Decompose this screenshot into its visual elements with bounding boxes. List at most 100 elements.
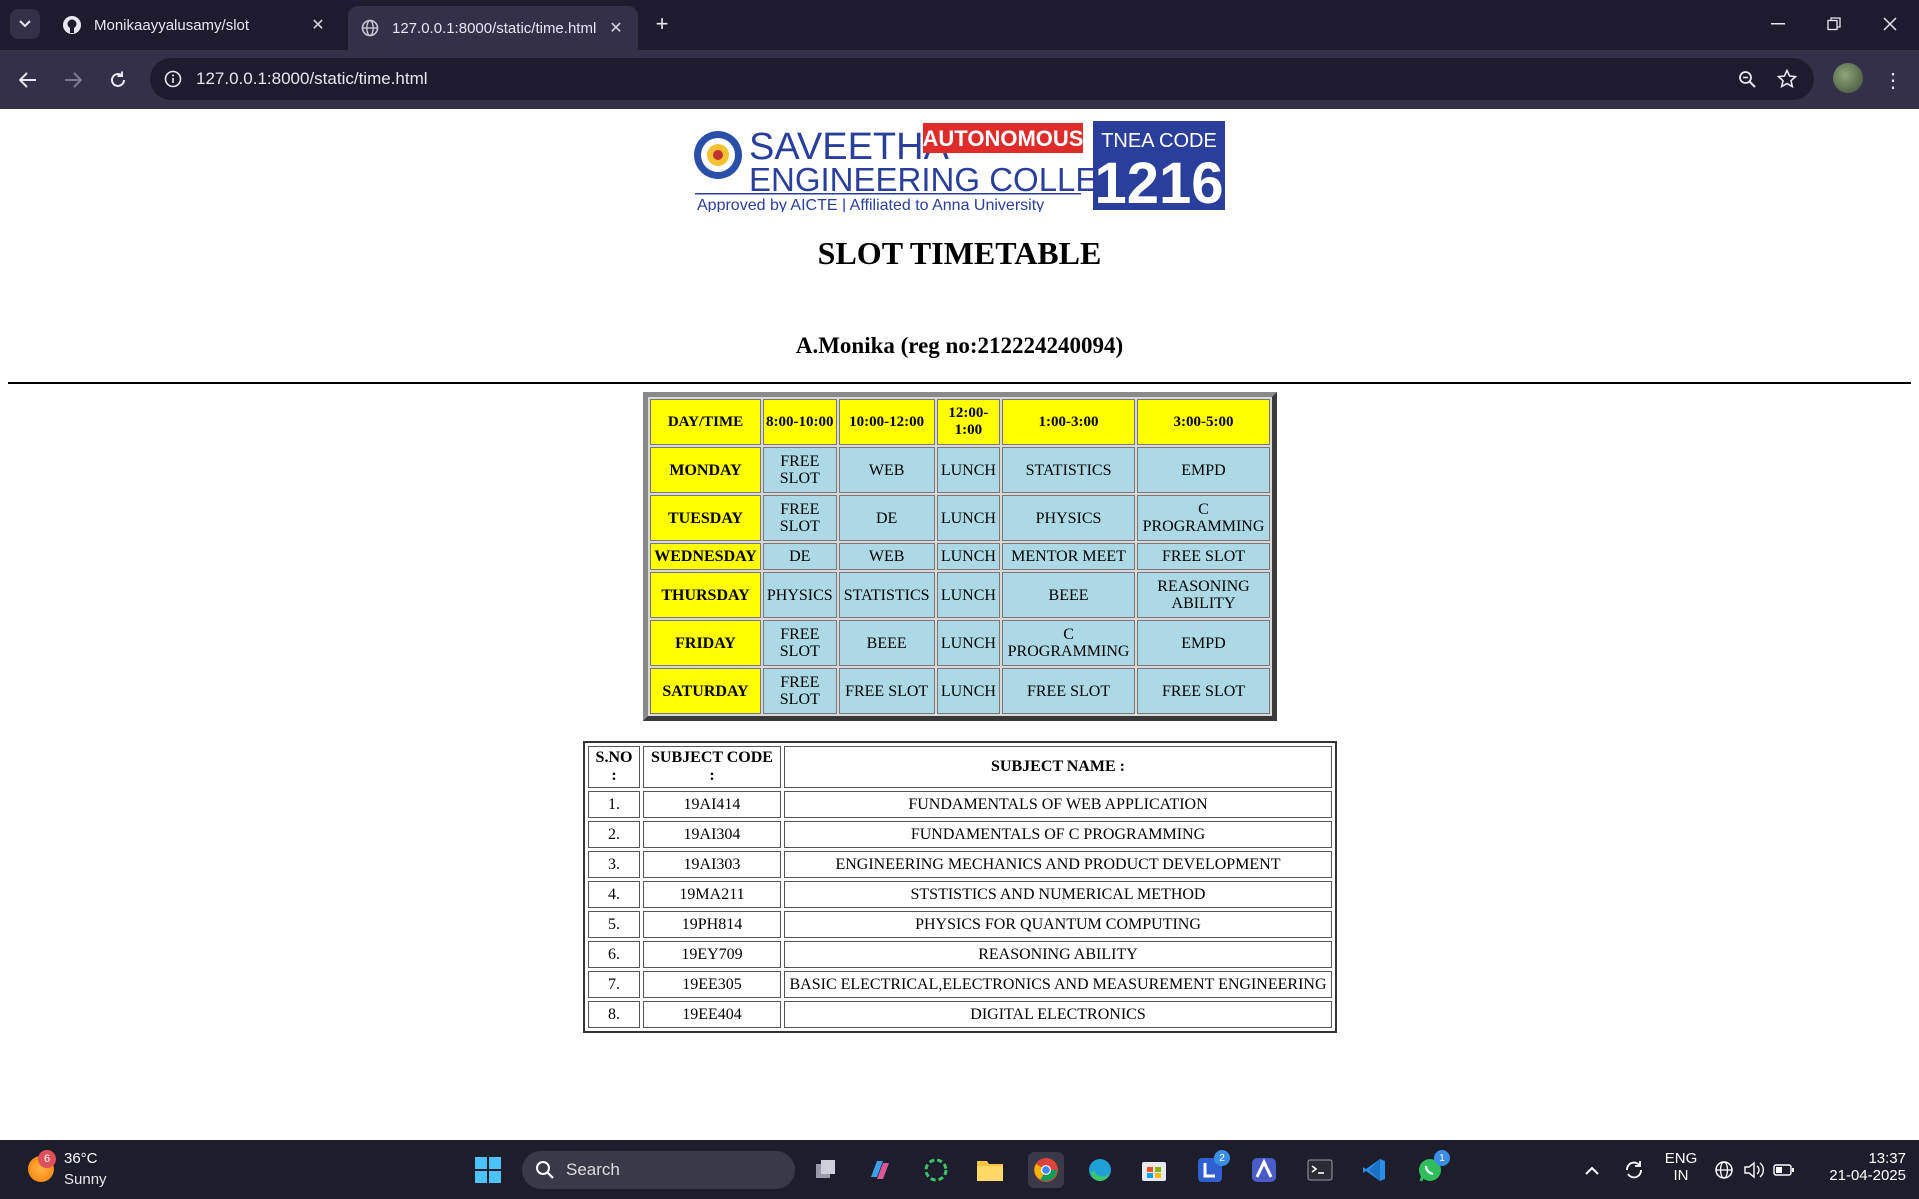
slot-cell: FREE SLOT: [762, 495, 837, 541]
subject-row: 7. 19EE305 BASIC ELECTRICAL,ELECTRONICS …: [588, 971, 1332, 998]
svg-text:ENGINEERING COLLEGE: ENGINEERING COLLEGE: [749, 161, 1145, 198]
edge-icon[interactable]: [1082, 1152, 1118, 1188]
svg-text:Approved by AICTE | Affiliated: Approved by AICTE | Affiliated to Anna U…: [697, 197, 1044, 212]
restore-icon[interactable]: [1814, 10, 1854, 38]
forward-arrow-icon[interactable]: [58, 65, 88, 95]
code-cell: 19EY709: [643, 941, 781, 968]
reload-icon[interactable]: [103, 65, 133, 95]
taskbar-search[interactable]: Search: [522, 1151, 795, 1189]
code-cell: 19EE305: [643, 971, 781, 998]
tab-bar: Monikaayyalusamy/slot ✕ 127.0.0.1:8000/s…: [0, 0, 1919, 50]
tab-search-menu-button[interactable]: [10, 9, 40, 39]
volume-icon[interactable]: [1740, 1152, 1768, 1188]
slot-cell: FREE SLOT: [838, 668, 935, 714]
tab-time-html[interactable]: 127.0.0.1:8000/static/time.html ✕: [348, 6, 638, 50]
slot-cell: FREE SLOT: [762, 668, 837, 714]
store-icon[interactable]: [1136, 1152, 1172, 1188]
language-indicator[interactable]: ENG IN: [1660, 1150, 1702, 1184]
file-explorer-icon[interactable]: [972, 1152, 1008, 1188]
site-info-icon[interactable]: [162, 68, 184, 90]
slot-cell: REASONING ABILITY: [1137, 572, 1270, 618]
chrome-icon[interactable]: [1028, 1152, 1064, 1188]
terminal-icon[interactable]: [1302, 1152, 1338, 1188]
bookmark-star-icon[interactable]: [1774, 66, 1800, 92]
day-cell: WEDNESDAY: [650, 543, 761, 570]
name-cell: REASONING ABILITY: [784, 941, 1332, 968]
weather-desc[interactable]: Sunny: [64, 1171, 107, 1188]
header-cell: SUBJECT CODE :: [643, 746, 781, 788]
name-cell: PHYSICS FOR QUANTUM COMPUTING: [784, 911, 1332, 938]
clock-time: 13:37: [1868, 1150, 1906, 1167]
subjects-header-row: S.NO : SUBJECT CODE : SUBJECT NAME :: [588, 746, 1332, 788]
code-cell: 19PH814: [643, 911, 781, 938]
header-cell: 8:00-10:00: [762, 399, 837, 445]
more-menu-icon[interactable]: ⋮: [1880, 65, 1906, 95]
code-cell: 19AI303: [643, 851, 781, 878]
serial-cell: 4.: [588, 881, 640, 908]
subject-row: 4. 19MA211 STSTISTICS AND NUMERICAL METH…: [588, 881, 1332, 908]
search-placeholder: Search: [566, 1160, 620, 1179]
slot-cell: FREE SLOT: [1137, 668, 1270, 714]
name-cell: FUNDAMENTALS OF WEB APPLICATION: [784, 791, 1332, 818]
network-globe-icon[interactable]: [1710, 1152, 1738, 1188]
arc-app-icon[interactable]: [1246, 1152, 1282, 1188]
clock[interactable]: 13:37 21-04-2025: [1806, 1150, 1906, 1184]
header-cell: SUBJECT NAME :: [784, 746, 1332, 788]
subject-row: 6. 19EY709 REASONING ABILITY: [588, 941, 1332, 968]
code-cell: 19MA211: [643, 881, 781, 908]
close-window-icon[interactable]: [1870, 10, 1910, 38]
name-cell: BASIC ELECTRICAL,ELECTRONICS AND MEASURE…: [784, 971, 1332, 998]
slot-cell: LUNCH: [936, 572, 1001, 618]
close-tab-icon[interactable]: ✕: [306, 13, 330, 37]
zoom-icon[interactable]: [1734, 66, 1760, 92]
profile-avatar[interactable]: [1833, 63, 1863, 93]
language-line2: IN: [1673, 1167, 1689, 1184]
header-cell: 1:00-3:00: [1002, 399, 1136, 445]
timetable: DAY/TIME 8:00-10:00 10:00-12:00 12:00-1:…: [643, 392, 1277, 721]
slot-cell: LUNCH: [936, 668, 1001, 714]
code-cell: 19AI414: [643, 791, 781, 818]
vscode-icon[interactable]: [1356, 1152, 1392, 1188]
tab-title: 127.0.0.1:8000/static/time.html: [392, 19, 597, 37]
subject-row: 8. 19EE404 DIGITAL ELECTRONICS: [588, 1001, 1332, 1028]
app-circle-icon[interactable]: [918, 1152, 954, 1188]
slot-cell: FREE SLOT: [762, 447, 837, 493]
close-tab-icon[interactable]: ✕: [604, 16, 628, 40]
college-emblem-icon: [694, 131, 742, 179]
chevron-up-icon[interactable]: [1574, 1152, 1610, 1188]
slot-cell: LUNCH: [936, 447, 1001, 493]
address-bar[interactable]: 127.0.0.1:8000/static/time.html: [150, 58, 1814, 100]
tab-github[interactable]: Monikaayyalusamy/slot ✕: [50, 7, 340, 43]
battery-icon[interactable]: [1770, 1152, 1798, 1188]
code-cell: 19AI304: [643, 821, 781, 848]
svg-text:1216: 1216: [1094, 151, 1223, 212]
weather-temp[interactable]: 36°C: [64, 1150, 98, 1167]
header-cell: 10:00-12:00: [838, 399, 935, 445]
timetable-header-row: DAY/TIME 8:00-10:00 10:00-12:00 12:00-1:…: [650, 399, 1270, 445]
back-arrow-icon[interactable]: [13, 65, 43, 95]
serial-cell: 5.: [588, 911, 640, 938]
day-cell: MONDAY: [650, 447, 761, 493]
timetable-row: WEDNESDAY DE WEB LUNCH MENTOR MEET FREE …: [650, 543, 1270, 570]
new-tab-icon[interactable]: +: [650, 11, 674, 36]
browser-toolbar: 127.0.0.1:8000/static/time.html ⋮: [0, 50, 1919, 109]
windows-start-icon[interactable]: [470, 1152, 506, 1188]
slot-cell: STATISTICS: [1002, 447, 1136, 493]
copilot-icon[interactable]: [862, 1152, 898, 1188]
timetable-row: MONDAY FREE SLOT WEB LUNCH STATISTICS EM…: [650, 447, 1270, 493]
day-cell: TUESDAY: [650, 495, 761, 541]
slot-cell: DE: [838, 495, 935, 541]
svg-text:TNEA CODE: TNEA CODE: [1101, 130, 1217, 152]
subject-row: 5. 19PH814 PHYSICS FOR QUANTUM COMPUTING: [588, 911, 1332, 938]
url-text: 127.0.0.1:8000/static/time.html: [196, 69, 428, 88]
minimize-icon[interactable]: [1758, 10, 1798, 38]
weather-badge: 6: [38, 1150, 56, 1168]
slot-cell: WEB: [838, 447, 935, 493]
serial-cell: 7.: [588, 971, 640, 998]
divider: [8, 382, 1911, 384]
github-icon: [62, 15, 82, 35]
sync-icon[interactable]: [1616, 1152, 1652, 1188]
slot-cell: MENTOR MEET: [1002, 543, 1136, 570]
task-view-icon[interactable]: [808, 1152, 844, 1188]
page-title: SLOT TIMETABLE: [817, 235, 1102, 271]
